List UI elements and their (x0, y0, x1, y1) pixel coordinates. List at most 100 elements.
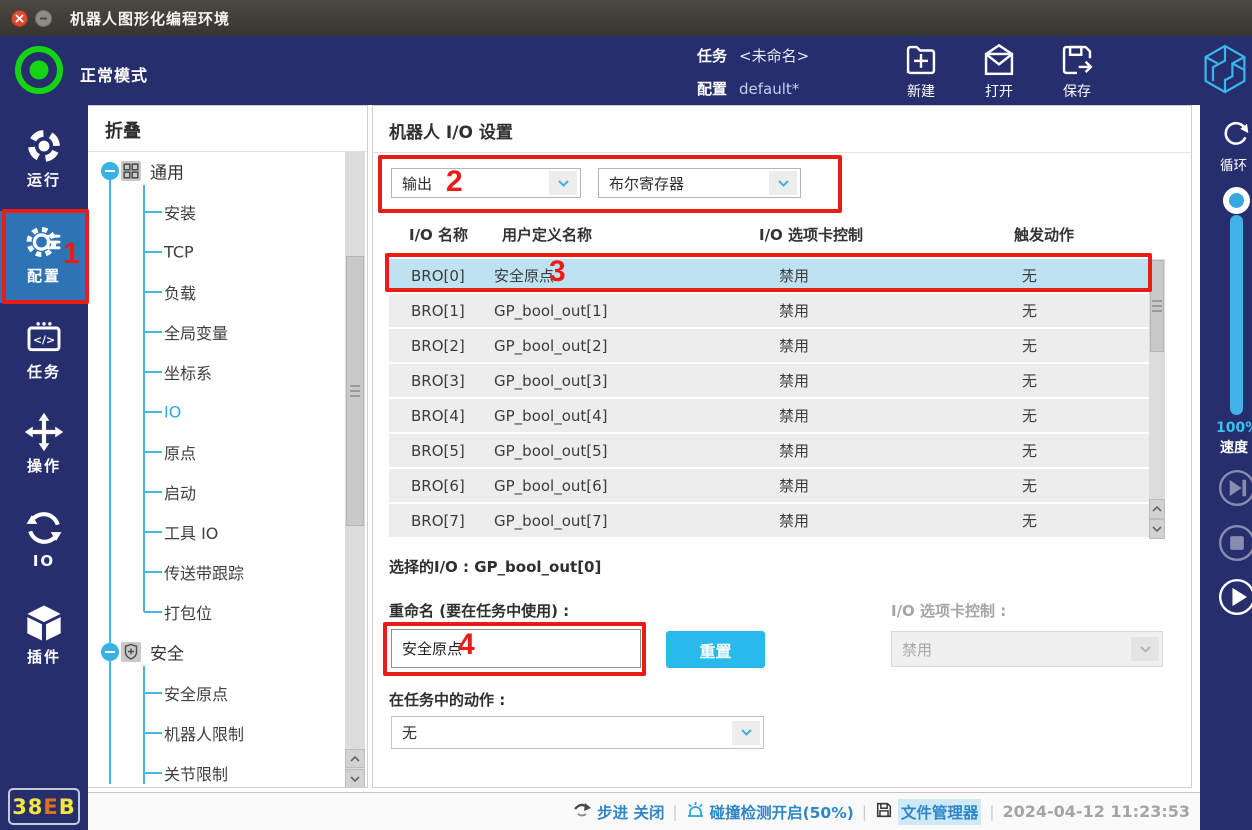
play-button[interactable] (1217, 577, 1252, 617)
table-scrollbar[interactable] (1149, 259, 1165, 539)
sidebar-item-io[interactable]: IO (0, 497, 88, 589)
tab-control-label: I/O 选项卡控制 : (891, 600, 1006, 621)
file-manager-icon (875, 801, 893, 823)
sidebar-item-task[interactable]: </>任务 (0, 307, 88, 399)
gear-icon (24, 222, 64, 262)
table-row[interactable]: BRO[5]GP_bool_out[5]禁用无 (389, 434, 1149, 469)
tree-item[interactable]: 安全原点 (164, 681, 228, 705)
cell-io-name: BRO[3] (389, 372, 494, 390)
file-manager-text: 文件管理器 (898, 799, 982, 825)
table-row[interactable]: BRO[2]GP_bool_out[2]禁用无 (389, 329, 1149, 364)
cell-trigger-action: 无 (1014, 300, 1149, 321)
collapse-minus-icon[interactable] (101, 162, 119, 180)
table-row[interactable]: BRO[4]GP_bool_out[4]禁用无 (389, 399, 1149, 434)
tree-item[interactable]: 负载 (164, 280, 196, 304)
sidebar-item-config[interactable]: 配置 (0, 211, 88, 303)
speed-slider-knob[interactable] (1223, 187, 1250, 214)
task-config-meta: 任务 <未命名> 配置 default* (697, 45, 809, 111)
run-icon (24, 126, 64, 166)
open-icon (980, 41, 1018, 79)
tree-item[interactable]: 工具 IO (164, 520, 218, 544)
column-header: I/O 名称 (389, 224, 494, 245)
rename-input[interactable]: 安全原点 (391, 629, 641, 668)
table-row[interactable]: BRO[6]GP_bool_out[6]禁用无 (389, 469, 1149, 504)
minimize-icon[interactable] (35, 10, 52, 27)
file-manager-button[interactable]: 文件管理器 (875, 799, 982, 825)
collision-status[interactable]: 碰撞检测开启(50%) (686, 801, 854, 823)
tree-item[interactable]: 安装 (164, 200, 196, 224)
collapse-button[interactable]: 折叠 (105, 117, 141, 143)
task-action-select[interactable]: 无 (391, 716, 764, 749)
reset-button[interactable]: 重置 (666, 631, 765, 668)
cell-io-name: BRO[2] (389, 337, 494, 355)
tree-group-label[interactable]: 通用 (150, 159, 184, 184)
column-header: 用户定义名称 (494, 224, 734, 245)
chevron-down-icon (549, 171, 577, 195)
cell-tab-control: 禁用 (734, 335, 1014, 356)
brand-cube-logo (1201, 40, 1249, 98)
table-row[interactable]: BRO[0]安全原点禁用无 (389, 259, 1149, 294)
close-icon[interactable] (11, 10, 28, 27)
sidebar-item-operate[interactable]: 操作 (0, 401, 88, 493)
sidebar-item-run[interactable]: 运行 (0, 115, 88, 207)
save-button[interactable]: 保存 (1051, 41, 1103, 101)
loop-mode-button[interactable]: 循环 (1200, 117, 1252, 174)
task-value: <未命名> (739, 45, 809, 66)
tree-item[interactable]: 传送带跟踪 (164, 560, 244, 584)
stop-button[interactable] (1217, 523, 1252, 563)
cell-tab-control: 禁用 (734, 510, 1014, 531)
cell-user-name: GP_bool_out[3] (494, 372, 734, 390)
scroll-up-icon[interactable] (1149, 499, 1165, 519)
task-action-value: 无 (392, 722, 417, 743)
tree-item[interactable]: 坐标系 (164, 360, 212, 384)
table-row[interactable]: BRO[1]GP_bool_out[1]禁用无 (389, 294, 1149, 329)
shield-plus-icon (121, 642, 141, 662)
step-next-button[interactable] (1217, 468, 1252, 508)
scroll-up-icon[interactable] (345, 749, 365, 768)
speed-slider[interactable] (1230, 215, 1243, 415)
collapse-minus-icon[interactable] (101, 643, 119, 661)
robot-model-badge[interactable]: 38EB (8, 788, 80, 825)
divider (88, 151, 367, 152)
open-button[interactable]: 打开 (973, 41, 1025, 101)
scrollbar-thumb[interactable] (346, 256, 364, 526)
cell-tab-control: 禁用 (734, 475, 1014, 496)
cell-io-name: BRO[4] (389, 407, 494, 425)
chevron-down-icon (732, 721, 760, 745)
cell-user-name: 安全原点 (494, 265, 734, 286)
tree-item[interactable]: 启动 (164, 480, 196, 504)
tree-scrollbar[interactable] (345, 152, 365, 788)
io-direction-select[interactable]: 输出 (391, 168, 581, 198)
app-header: 正常模式 任务 <未命名> 配置 default* 新建打开保存 (0, 36, 1252, 105)
scrollbar-thumb[interactable] (1150, 260, 1164, 352)
cell-tab-control: 禁用 (734, 405, 1014, 426)
tree-item[interactable]: 关节限制 (164, 761, 228, 785)
cell-trigger-action: 无 (1014, 265, 1149, 286)
table-row[interactable]: BRO[3]GP_bool_out[3]禁用无 (389, 364, 1149, 399)
new-button[interactable]: 新建 (895, 41, 947, 101)
tree-item[interactable]: 机器人限制 (164, 721, 244, 745)
collision-icon (686, 801, 705, 822)
io-table-header: I/O 名称用户定义名称I/O 选项卡控制触发动作 (389, 224, 1149, 245)
scroll-down-icon[interactable] (1149, 519, 1165, 539)
scroll-down-icon[interactable] (345, 769, 365, 788)
io-type-select[interactable]: 布尔寄存器 (598, 168, 801, 198)
tree-item[interactable]: 全局变量 (164, 320, 228, 344)
task-label: 任务 (697, 45, 727, 66)
io-table-body: BRO[0]安全原点禁用无BRO[1]GP_bool_out[1]禁用无BRO[… (389, 259, 1149, 539)
task-action-label: 在任务中的动作 : (389, 689, 505, 710)
tree-group-label[interactable]: 安全 (150, 640, 184, 665)
tree-item[interactable]: 打包位 (164, 600, 212, 624)
step-mode-status[interactable]: 步进 关闭 (573, 801, 664, 823)
tree-item[interactable]: IO (164, 403, 181, 422)
statusbar: 步进 关闭 | 碰撞检测开启(50%) | (88, 792, 1200, 830)
tree-item[interactable]: TCP (164, 243, 194, 262)
divider: | (989, 803, 994, 821)
sidebar-item-plugin[interactable]: 插件 (0, 592, 88, 684)
mode-status-icon (15, 46, 63, 94)
cell-user-name: GP_bool_out[5] (494, 442, 734, 460)
table-row[interactable]: BRO[7]GP_bool_out[7]禁用无 (389, 504, 1149, 539)
tree-item[interactable]: 原点 (164, 440, 196, 464)
cell-tab-control: 禁用 (734, 265, 1014, 286)
collision-text: 碰撞检测开启(50%) (710, 801, 854, 823)
